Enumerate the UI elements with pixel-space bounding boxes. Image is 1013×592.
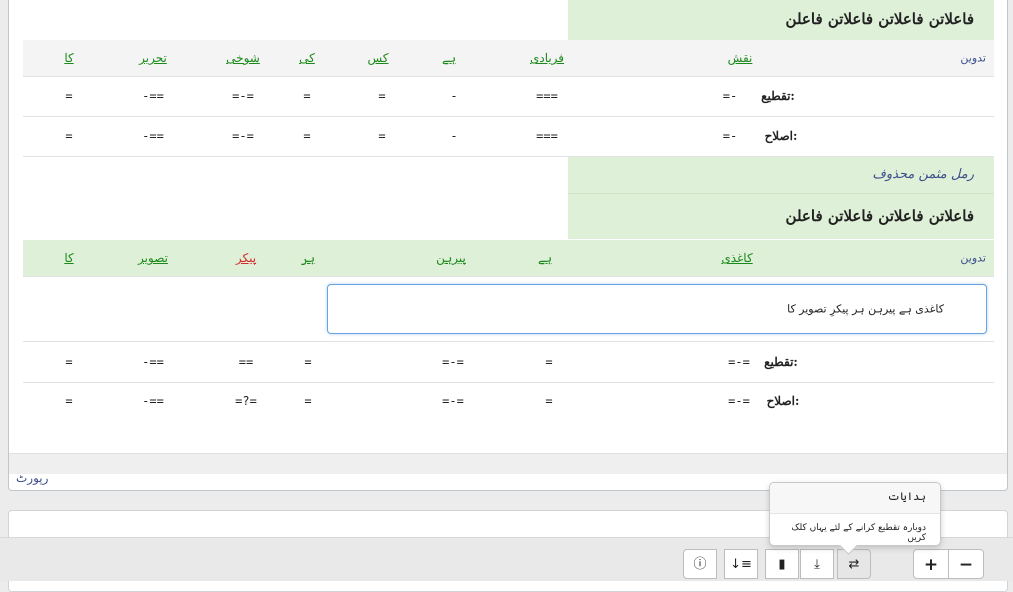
islah-label-2: اصلاح: bbox=[766, 394, 800, 408]
word-link[interactable]: شوخی bbox=[226, 51, 260, 65]
word-link[interactable]: ہے bbox=[538, 251, 552, 265]
islah-cell: =-= bbox=[728, 394, 750, 408]
taqti-label-2: تقطیع: bbox=[764, 355, 798, 369]
taqti-cell: =-= bbox=[728, 355, 750, 369]
book-button[interactable]: ▮ bbox=[765, 549, 799, 579]
meter-pattern-1: فاعلاتن فاعلاتن فاعلاتن فاعلن bbox=[785, 10, 974, 28]
word-link[interactable]: ہر bbox=[301, 251, 315, 265]
book-icon: ▮ bbox=[778, 557, 786, 572]
tadween-label-2: تدوین bbox=[960, 251, 986, 265]
word-link[interactable]: تصویر bbox=[138, 251, 168, 265]
main-panel: فاعلاتن فاعلاتن فاعلاتن فاعلن تدوین نقش … bbox=[8, 0, 1008, 491]
islah-row-1: اصلاح: =- === - = = =-= -== = bbox=[23, 116, 994, 157]
islah-cell: === bbox=[536, 129, 558, 143]
islah-cell: - bbox=[450, 129, 458, 143]
meter-pattern-2: فاعلاتن فاعلاتن فاعلاتن فاعلن bbox=[785, 207, 974, 225]
word-link[interactable]: کی bbox=[299, 51, 315, 65]
taqti-row-1: تقطیع: =- === - = = =-= -== = bbox=[23, 76, 994, 117]
taqti-cell: === bbox=[536, 89, 558, 103]
islah-cell: = bbox=[545, 394, 553, 408]
zoom-out-button[interactable]: − bbox=[948, 549, 984, 579]
islah-row-2: اصلاح: =-= = =-= = =?= -== = bbox=[23, 381, 994, 421]
taqti-cell: -== bbox=[142, 355, 164, 369]
verse-input[interactable]: کاغذی ہے پیرہن ہر پیکرِ تصویر کا bbox=[327, 284, 987, 334]
taqti-cell: == bbox=[238, 355, 254, 369]
retaqti-button[interactable]: ⇄ bbox=[837, 549, 871, 579]
zoom-in-button[interactable]: + bbox=[913, 549, 949, 579]
taqti-cell: = bbox=[65, 89, 73, 103]
tadween-row-2: تدوین کاغذی ہے پیرہن ہر پیکر تصویر کا bbox=[23, 240, 994, 277]
popover-body: دوبارہ تقطیع کرانے کے لئے یہاں کلک کریں bbox=[791, 523, 926, 543]
islah-cell: =-= bbox=[442, 394, 464, 408]
word-link[interactable]: فریادی bbox=[530, 51, 564, 65]
word-link[interactable]: کاغذی bbox=[721, 251, 752, 265]
islah-cell: = bbox=[378, 129, 386, 143]
word-link-error[interactable]: پیکر bbox=[236, 251, 256, 265]
word-link[interactable]: کا bbox=[64, 51, 73, 65]
word-link[interactable]: کا bbox=[64, 251, 73, 265]
taqti-cell: =- bbox=[722, 89, 738, 103]
minus-icon: − bbox=[958, 555, 974, 575]
report-link[interactable]: رپورٹ bbox=[16, 471, 48, 485]
islah-cell: = bbox=[303, 129, 311, 143]
islah-cell: = bbox=[304, 394, 312, 408]
meter-strip-1: فاعلاتن فاعلاتن فاعلاتن فاعلن bbox=[568, 0, 994, 40]
swap-icon: ⇄ bbox=[848, 557, 860, 572]
sort-icon: ↓≡ bbox=[730, 557, 752, 572]
taqti-cell: - bbox=[450, 89, 458, 103]
taqti-cell: -== bbox=[142, 89, 164, 103]
word-link[interactable]: پیرہن bbox=[436, 251, 466, 265]
islah-cell: = bbox=[65, 129, 73, 143]
taqti-cell: =-= bbox=[442, 355, 464, 369]
meter-strip-2: رمل مثمن محذوف فاعلاتن فاعلاتن فاعلاتن ف… bbox=[568, 157, 994, 239]
islah-cell: =?= bbox=[235, 394, 257, 408]
tadween-label-1: تدوین bbox=[960, 51, 986, 65]
islah-cell: -== bbox=[142, 129, 164, 143]
save-icon: ⤓ bbox=[814, 557, 820, 572]
islah-label-1: اصلاح: bbox=[764, 129, 798, 143]
instructions-popover: ہدایات دوبارہ تقطیع کرانے کے لئے یہاں کل… bbox=[769, 482, 941, 555]
tadween-row-1: تدوین نقش فریادی ہے کس کی شوخی تحریر کا bbox=[23, 40, 994, 77]
sort-button[interactable]: ↓≡ bbox=[724, 549, 758, 579]
taqti-row-2: تقطیع: =-= = =-= = == -== = bbox=[23, 341, 994, 383]
plus-icon: + bbox=[923, 555, 939, 575]
taqti-label-1: تقطیع: bbox=[761, 89, 795, 103]
taqti-cell: =-= bbox=[232, 89, 254, 103]
islah-cell: =- bbox=[722, 129, 738, 143]
taqti-cell: = bbox=[304, 355, 312, 369]
save-button[interactable]: ⤓ bbox=[800, 549, 834, 579]
info-icon: ⓘ bbox=[693, 557, 707, 572]
taqti-cell: = bbox=[303, 89, 311, 103]
islah-cell: =-= bbox=[232, 129, 254, 143]
meter-name-2: رمل مثمن محذوف bbox=[872, 167, 974, 182]
taqti-cell: = bbox=[65, 355, 73, 369]
word-link[interactable]: تحریر bbox=[139, 51, 167, 65]
taqti-cell: = bbox=[545, 355, 553, 369]
word-link[interactable]: ہے bbox=[442, 51, 456, 65]
panel-footer bbox=[9, 453, 1007, 474]
islah-cell: = bbox=[65, 394, 73, 408]
info-button[interactable]: ⓘ bbox=[683, 549, 717, 579]
verse-input-text: کاغذی ہے پیرہن ہر پیکرِ تصویر کا bbox=[787, 302, 944, 316]
islah-cell: -== bbox=[142, 394, 164, 408]
popover-title: ہدایات bbox=[770, 483, 940, 514]
word-link[interactable]: کس bbox=[367, 51, 388, 65]
taqti-cell: = bbox=[378, 89, 386, 103]
word-link[interactable]: نقش bbox=[728, 51, 753, 65]
